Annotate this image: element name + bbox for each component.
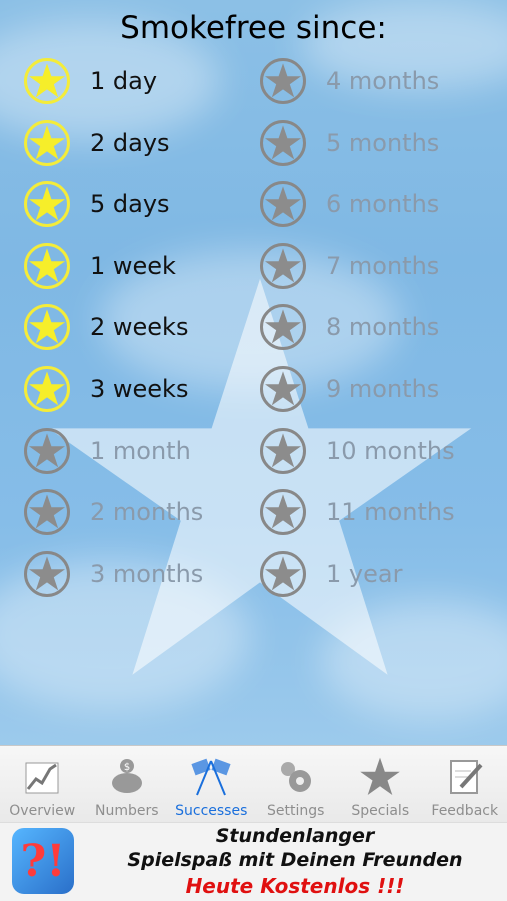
- pending-star-icon: [24, 428, 70, 474]
- tab-bar: Overview $ Numbers Successes Settings Special…: [0, 745, 507, 823]
- tab-label: Settings: [267, 803, 324, 819]
- pending-star-icon: [260, 489, 306, 535]
- gears-icon: [274, 755, 318, 799]
- achieved-star-icon: [24, 58, 70, 104]
- svg-text:$: $: [124, 762, 130, 773]
- achievement-item: 5 days: [24, 178, 170, 230]
- achievement-item: 4 months: [260, 55, 439, 107]
- achievement-label: 11 months: [326, 498, 455, 526]
- notepad-pencil-icon: [443, 755, 487, 799]
- ad-banner[interactable]: ?! Stundenlanger Spielspaß mit Deinen Fr…: [0, 822, 507, 901]
- achievement-label: 5 days: [90, 190, 170, 218]
- tab-settings[interactable]: Settings: [254, 746, 339, 823]
- tab-numbers[interactable]: $ Numbers: [85, 746, 170, 823]
- achievement-label: 3 weeks: [90, 375, 188, 403]
- ad-subline: Spielspaß mit Deinen Freunden: [90, 849, 500, 871]
- achievement-label: 7 months: [326, 252, 439, 280]
- tab-specials[interactable]: Specials: [338, 746, 423, 823]
- achievement-label: 6 months: [326, 190, 439, 218]
- achievement-item: 1 week: [24, 240, 176, 292]
- star-icon: [358, 755, 402, 799]
- chart-icon: [20, 755, 64, 799]
- achievement-label: 1 week: [90, 252, 176, 280]
- achievement-label: 9 months: [326, 375, 439, 403]
- ad-cta: Heute Kostenlos !!!: [90, 874, 500, 898]
- achievement-label: 1 month: [90, 437, 191, 465]
- tab-label: Numbers: [95, 803, 159, 819]
- pending-star-icon: [260, 366, 306, 412]
- achievement-label: 8 months: [326, 313, 439, 341]
- achievement-label: 1 day: [90, 67, 157, 95]
- achievement-item: 11 months: [260, 486, 455, 538]
- achievement-label: 10 months: [326, 437, 455, 465]
- tab-overview[interactable]: Overview: [0, 746, 85, 823]
- achieved-star-icon: [24, 120, 70, 166]
- pending-star-icon: [260, 551, 306, 597]
- pending-star-icon: [24, 489, 70, 535]
- achievement-item: 1 year: [260, 548, 402, 600]
- achievement-item: 2 days: [24, 117, 170, 169]
- pending-star-icon: [260, 304, 306, 350]
- achievement-label: 2 days: [90, 129, 170, 157]
- piggy-bank-icon: $: [105, 755, 149, 799]
- achievement-item: 3 weeks: [24, 363, 188, 415]
- achieved-star-icon: [24, 304, 70, 350]
- page-title: Smokefree since:: [0, 10, 507, 46]
- achieved-star-icon: [24, 181, 70, 227]
- ad-logo-icon[interactable]: ?!: [12, 828, 74, 894]
- tab-label: Specials: [351, 803, 409, 819]
- achievement-label: 2 weeks: [90, 313, 188, 341]
- achievement-item: 1 month: [24, 425, 191, 477]
- achievement-item: 9 months: [260, 363, 439, 415]
- achievement-label: 4 months: [326, 67, 439, 95]
- achievement-item: 2 months: [24, 486, 203, 538]
- pending-star-icon: [24, 551, 70, 597]
- pending-star-icon: [260, 120, 306, 166]
- successes-screen: Smokefree since: 1 day 2 days 5 days 1 week…: [0, 0, 507, 745]
- achieved-star-icon: [24, 366, 70, 412]
- achievement-item: 5 months: [260, 117, 439, 169]
- achievement-label: 2 months: [90, 498, 203, 526]
- tab-label: Successes: [175, 803, 247, 819]
- achievement-label: 1 year: [326, 560, 402, 588]
- checkered-flags-icon: [189, 755, 233, 799]
- tab-label: Feedback: [431, 803, 498, 819]
- achieved-star-icon: [24, 243, 70, 289]
- tab-successes[interactable]: Successes: [169, 746, 254, 823]
- pending-star-icon: [260, 243, 306, 289]
- pending-star-icon: [260, 428, 306, 474]
- tab-feedback[interactable]: Feedback: [423, 746, 507, 823]
- achievement-label: 5 months: [326, 129, 439, 157]
- ad-logo-text: ?!: [20, 836, 65, 887]
- tab-label: Overview: [9, 803, 75, 819]
- achievement-item: 3 months: [24, 548, 203, 600]
- achievement-item: 8 months: [260, 301, 439, 353]
- achievement-item: 10 months: [260, 425, 455, 477]
- ad-headline: Stundenlanger: [90, 825, 500, 847]
- achievement-item: 7 months: [260, 240, 439, 292]
- pending-star-icon: [260, 58, 306, 104]
- achievement-item: 6 months: [260, 178, 439, 230]
- achievement-label: 3 months: [90, 560, 203, 588]
- achievement-item: 1 day: [24, 55, 157, 107]
- achievement-item: 2 weeks: [24, 301, 188, 353]
- pending-star-icon: [260, 181, 306, 227]
